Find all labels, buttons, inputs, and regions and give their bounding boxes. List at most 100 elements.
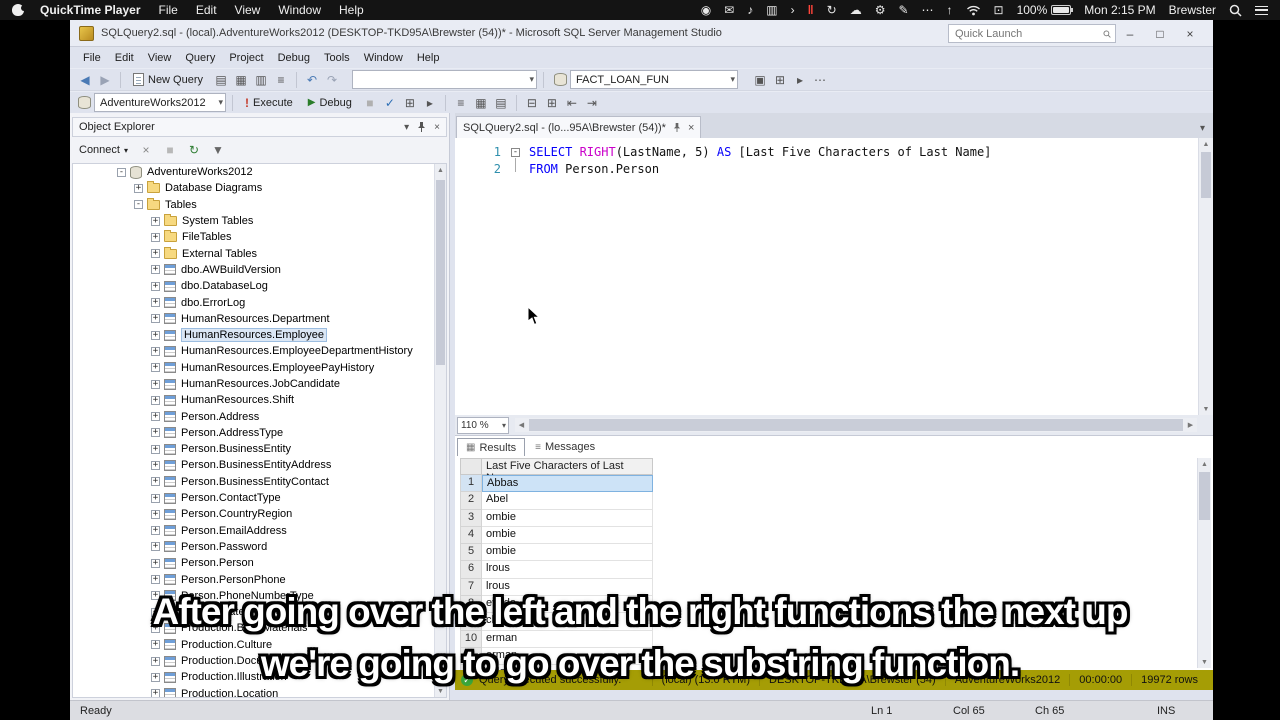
redo-icon[interactable]: ↷ [323, 71, 341, 89]
settings-gear-icon[interactable]: ⚙ [875, 4, 886, 16]
showplan-icon[interactable]: ⊞ [401, 94, 419, 112]
disconnect-icon[interactable]: × [137, 141, 155, 159]
grid-cell[interactable]: ombie [482, 526, 653, 545]
ssms-menu-project[interactable]: Project [222, 49, 270, 67]
tab-close-icon[interactable]: × [688, 122, 694, 134]
expand-icon[interactable]: + [151, 640, 160, 650]
expand-icon[interactable]: + [151, 265, 160, 275]
debug-button[interactable]: ▶ Debug [302, 95, 358, 111]
database-combo[interactable]: AdventureWorks2012 ▾ [94, 93, 226, 112]
scroll-down-icon[interactable]: ▼ [1198, 656, 1211, 668]
comment-icon[interactable]: ⊟ [523, 94, 541, 112]
tab-list-chevron-icon[interactable]: ▾ [1200, 123, 1205, 134]
tree-item[interactable]: + Person.PhoneNumberType [73, 588, 446, 604]
wifi-icon[interactable] [966, 5, 981, 16]
expand-icon[interactable]: + [151, 672, 160, 682]
fold-collapse-icon[interactable]: - [511, 148, 520, 157]
tree-item[interactable]: + Person.Address [73, 408, 446, 424]
minimize-button[interactable]: – [1115, 20, 1145, 47]
tree-item[interactable]: + dbo.DatabaseLog [73, 278, 446, 294]
properties-window-icon[interactable]: ▸ [791, 71, 809, 89]
ssms-menu-file[interactable]: File [76, 49, 108, 67]
tree-item[interactable]: + dbo.AWBuildVersion [73, 262, 446, 278]
tree-item[interactable]: + Person.BusinessEntity [73, 441, 446, 457]
control-center-icon[interactable] [1255, 5, 1268, 15]
maximize-button[interactable]: □ [1145, 20, 1175, 47]
expand-icon[interactable]: + [151, 444, 160, 454]
stop-icon[interactable]: ■ [161, 141, 179, 159]
grid-cell[interactable]: evedo [482, 596, 653, 614]
refresh-icon[interactable]: ↻ [185, 141, 203, 159]
uncomment-icon[interactable]: ⊞ [543, 94, 561, 112]
zoom-select[interactable]: 110 % ▾ [457, 416, 509, 434]
tree-item[interactable]: + External Tables [73, 245, 446, 261]
tree-item[interactable]: + Person.StateProvince [73, 604, 446, 620]
scrollbar-thumb[interactable] [1201, 152, 1211, 198]
navigate-back-icon[interactable]: ◀ [76, 71, 94, 89]
macos-app-name[interactable]: QuickTime Player [40, 3, 141, 17]
apple-logo-icon[interactable] [12, 4, 27, 16]
screen-record-icon[interactable]: ◉ [701, 4, 711, 16]
volume-icon[interactable]: ♪ [747, 4, 753, 16]
recording-pause-icon[interactable]: ‖ [808, 4, 814, 16]
ssms-menu-debug[interactable]: Debug [271, 49, 317, 67]
activity-monitor-icon[interactable]: ▣ [751, 71, 769, 89]
scroll-down-icon[interactable]: ▼ [435, 685, 446, 697]
print-icon[interactable]: ≡ [272, 71, 290, 89]
tree-item[interactable]: + HumanResources.Department [73, 311, 446, 327]
tree-item[interactable]: + Production.Culture [73, 637, 446, 653]
quick-launch-box[interactable] [948, 24, 1116, 43]
ssms-menu-tools[interactable]: Tools [317, 49, 357, 67]
parse-icon[interactable]: ✓ [381, 94, 399, 112]
expand-icon[interactable]: + [151, 363, 160, 373]
code-line[interactable]: FROM Person.Person [529, 161, 991, 178]
expand-icon[interactable]: + [151, 509, 160, 519]
row-number-cell[interactable]: 6 [460, 561, 482, 579]
ssms-menu-edit[interactable]: Edit [108, 49, 141, 67]
expand-icon[interactable]: + [151, 395, 160, 405]
macos-menu-edit[interactable]: Edit [196, 3, 217, 17]
tree-item[interactable]: + HumanResources.Employee [73, 327, 446, 343]
pin-icon[interactable] [417, 122, 426, 132]
results-to-file-icon[interactable]: ▤ [492, 94, 510, 112]
row-number-cell[interactable]: 4 [460, 526, 482, 545]
grid-cell[interactable]: lrous [482, 561, 653, 579]
execute-button[interactable]: ! Execute [239, 94, 299, 112]
tab-results[interactable]: ▦ Results [457, 438, 526, 456]
ssms-titlebar[interactable]: SQLQuery2.sql - (local).AdventureWorks20… [70, 20, 1213, 47]
editor-hscrollbar[interactable]: ◀ ▶ [515, 418, 1197, 432]
scroll-down-icon[interactable]: ▼ [1199, 403, 1213, 415]
expand-icon[interactable]: + [151, 623, 160, 633]
sync-icon[interactable]: ↻ [827, 4, 837, 16]
grid-cell[interactable]: lrous [482, 578, 653, 597]
expand-icon[interactable]: + [151, 689, 160, 697]
spotlight-search-icon[interactable] [1229, 4, 1242, 17]
ssms-menu-query[interactable]: Query [178, 49, 222, 67]
grid-cell[interactable]: ombie [482, 509, 653, 527]
tree-item[interactable]: + dbo.ErrorLog [73, 294, 446, 310]
row-number-cell[interactable]: 5 [460, 544, 482, 562]
grid-cell[interactable]: erman [482, 647, 653, 666]
tree-item[interactable]: + Person.AddressType [73, 425, 446, 441]
more-dots-icon[interactable]: ⋯ [922, 4, 934, 16]
grid-column-header[interactable]: Last Five Characters of Last Name [482, 458, 653, 484]
object-explorer-scrollbar[interactable]: ▲ ▼ [434, 164, 446, 697]
connect-button[interactable]: Connect ▾ [76, 142, 131, 158]
scroll-up-icon[interactable]: ▲ [1199, 138, 1213, 150]
query-options-icon[interactable]: ▸ [421, 94, 439, 112]
scrollbar-thumb[interactable] [1199, 472, 1210, 520]
messages-icon[interactable]: ✉ [724, 4, 734, 16]
sql-editor[interactable]: 12 - SELECT RIGHT(LastName, 5) AS [Last … [455, 138, 1213, 415]
grid-corner-cell[interactable] [460, 458, 482, 475]
registered-servers-combo[interactable]: ▾ [352, 70, 538, 89]
grid-cell[interactable]: Abel [482, 492, 653, 510]
row-number-cell[interactable]: 10 [460, 630, 482, 648]
scrollbar-thumb[interactable] [529, 419, 1183, 431]
battery-indicator[interactable]: 100% [1017, 3, 1074, 17]
macos-menu-file[interactable]: File [159, 3, 178, 17]
row-number-cell[interactable]: 8 [460, 596, 482, 614]
tree-item[interactable]: + Production.Document [73, 653, 446, 669]
tree-item[interactable]: + Person.ContactType [73, 490, 446, 506]
scroll-up-icon[interactable]: ▲ [435, 164, 446, 176]
menubar-clock[interactable]: Mon 2:15 PM [1084, 3, 1155, 17]
